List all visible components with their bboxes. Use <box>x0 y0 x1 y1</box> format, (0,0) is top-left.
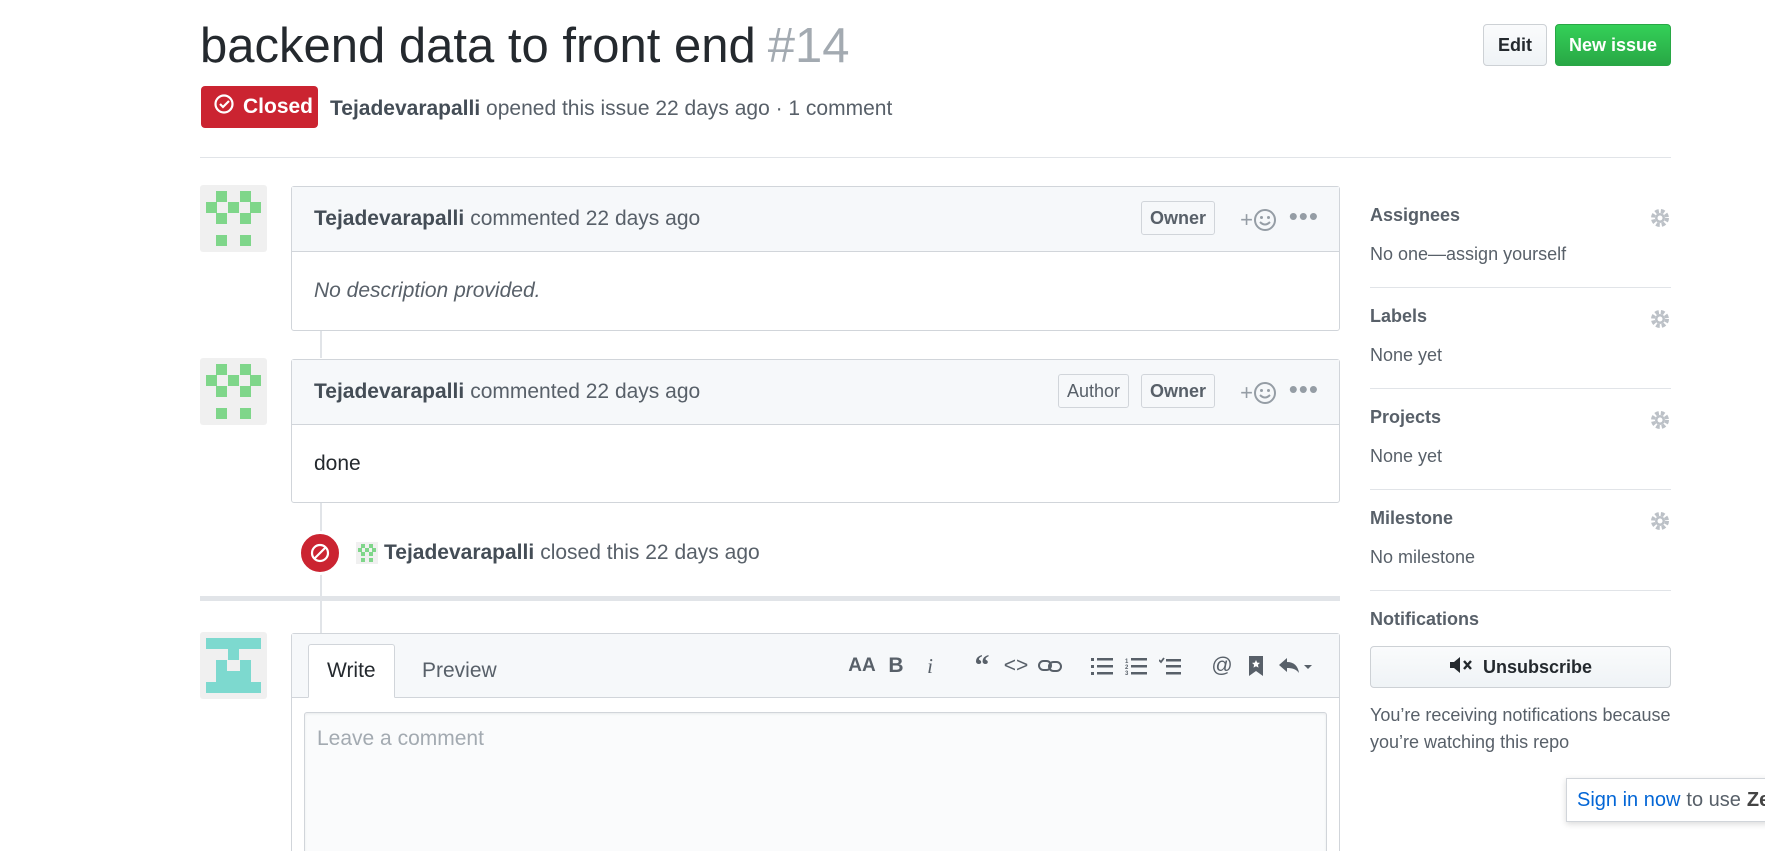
signin-popup: Sign in now to use Ze <box>1566 778 1765 822</box>
author-badge: Author <box>1057 374 1129 408</box>
unsubscribe-button[interactable]: Unsubscribe <box>1370 646 1671 688</box>
comment-textarea[interactable]: Leave a comment <box>304 712 1327 851</box>
comment-card: Tejadevarapalli commented 22 days ago Au… <box>291 359 1340 503</box>
code-icon[interactable]: <> <box>999 652 1033 680</box>
gear-icon[interactable] <box>1649 207 1671 234</box>
status-label: Closed <box>243 95 314 118</box>
notifications-title: Notifications <box>1370 609 1480 629</box>
status-badge: Closed <box>201 86 318 128</box>
gear-icon[interactable] <box>1649 409 1671 436</box>
edit-button[interactable]: Edit <box>1483 24 1547 66</box>
svg-text:3: 3 <box>1125 671 1129 675</box>
task-list-icon[interactable] <box>1153 652 1187 680</box>
owner-badge: Owner <box>1140 201 1215 235</box>
tab-write[interactable]: Write <box>308 644 395 698</box>
avatar[interactable] <box>200 632 267 699</box>
projects-value: None yet <box>1370 446 1443 466</box>
comment-timestamp[interactable]: commented 22 days ago <box>470 380 700 404</box>
mention-icon[interactable]: @ <box>1205 652 1239 680</box>
closed-event-author-link[interactable]: Tejadevarapalli <box>384 541 534 565</box>
add-reaction-button[interactable]: + <box>1240 207 1277 233</box>
bold-icon[interactable]: B <box>879 652 913 680</box>
comment-timestamp[interactable]: commented 22 days ago <box>470 207 700 231</box>
timeline-line <box>320 330 322 358</box>
timeline-line <box>320 601 322 633</box>
milestone-value: No milestone <box>1370 547 1476 567</box>
signin-popup-trailing: Ze <box>1746 788 1765 811</box>
owner-badge: Owner <box>1140 374 1215 408</box>
projects-title[interactable]: Projects <box>1370 407 1671 428</box>
unsubscribe-label: Unsubscribe <box>1482 656 1593 677</box>
sidebar-projects: Projects None yet <box>1370 389 1671 490</box>
signin-popup-text: to use <box>1686 788 1741 811</box>
closed-event-text: closed this 22 days ago <box>540 541 760 564</box>
smiley-icon <box>1254 382 1276 404</box>
mute-icon <box>1449 655 1475 680</box>
comment-card: Tejadevarapalli commented 22 days ago Ow… <box>291 186 1340 331</box>
markdown-toolbar: AA B i “ <> 123 @ <box>845 649 1319 682</box>
more-options-icon[interactable]: ••• <box>1289 374 1319 405</box>
comment-editor: Write Preview AA B i “ <> 123 @ Leave a … <box>291 633 1340 851</box>
reply-icon[interactable] <box>1273 652 1319 680</box>
comment-header: Tejadevarapalli commented 22 days ago Au… <box>292 360 1339 425</box>
labels-title[interactable]: Labels <box>1370 306 1671 327</box>
smiley-icon <box>1254 209 1276 231</box>
assignees-title[interactable]: Assignees <box>1370 205 1671 226</box>
labels-value: None yet <box>1370 345 1443 365</box>
sidebar-assignees: Assignees No one—assign yourself <box>1370 187 1671 288</box>
issue-title: backend data to front end #14 <box>200 18 850 74</box>
add-reaction-button[interactable]: + <box>1240 380 1277 406</box>
issue-meta-text: opened this issue 22 days ago · 1 commen… <box>486 97 893 120</box>
avatar[interactable] <box>200 185 267 252</box>
issue-title-text: backend data to front end <box>200 19 756 73</box>
unordered-list-icon[interactable] <box>1085 652 1119 680</box>
comment-header: Tejadevarapalli commented 22 days ago Ow… <box>292 187 1339 252</box>
issue-author-link[interactable]: Tejadevarapalli <box>330 97 480 120</box>
editor-header: Write Preview AA B i “ <> 123 @ <box>292 634 1339 698</box>
gear-icon[interactable] <box>1649 510 1671 537</box>
closed-event: Tejadevarapalli closed this 22 days ago <box>298 531 760 575</box>
assignees-value[interactable]: No one—assign yourself <box>1370 244 1671 265</box>
milestone-title[interactable]: Milestone <box>1370 508 1671 529</box>
more-options-icon[interactable]: ••• <box>1289 201 1319 232</box>
avatar[interactable] <box>356 542 378 564</box>
sidebar-milestone: Milestone No milestone <box>1370 490 1671 591</box>
saved-reply-icon[interactable] <box>1239 652 1273 680</box>
comment-body: done <box>314 451 361 475</box>
comment-author-link[interactable]: Tejadevarapalli <box>314 207 464 231</box>
issue-sidebar: Assignees No one—assign yourself Labels … <box>1370 187 1671 778</box>
quote-icon[interactable]: “ <box>965 649 999 682</box>
italic-icon[interactable]: i <box>913 652 947 680</box>
timeline-divider <box>200 596 1340 601</box>
new-issue-button[interactable]: New issue <box>1555 24 1671 66</box>
avatar[interactable] <box>200 358 267 425</box>
comment-body: No description provided. <box>314 279 541 302</box>
header-divider <box>200 157 1671 158</box>
link-icon[interactable] <box>1033 652 1067 680</box>
issue-number: #14 <box>767 19 850 73</box>
notifications-text: You’re receiving notifications because y… <box>1370 705 1671 752</box>
sidebar-notifications: Notifications Unsubscribe You’re receivi… <box>1370 591 1671 778</box>
heading-icon[interactable]: AA <box>845 652 879 680</box>
sidebar-labels: Labels None yet <box>1370 288 1671 389</box>
tab-preview[interactable]: Preview <box>404 644 515 698</box>
ordered-list-icon[interactable]: 123 <box>1119 652 1153 680</box>
comment-author-link[interactable]: Tejadevarapalli <box>314 380 464 404</box>
sign-in-link[interactable]: Sign in now <box>1577 789 1680 812</box>
issue-closed-icon <box>213 93 235 121</box>
gear-icon[interactable] <box>1649 308 1671 335</box>
issue-meta: Tejadevarapalli opened this issue 22 day… <box>330 97 892 121</box>
closed-icon <box>298 531 342 575</box>
